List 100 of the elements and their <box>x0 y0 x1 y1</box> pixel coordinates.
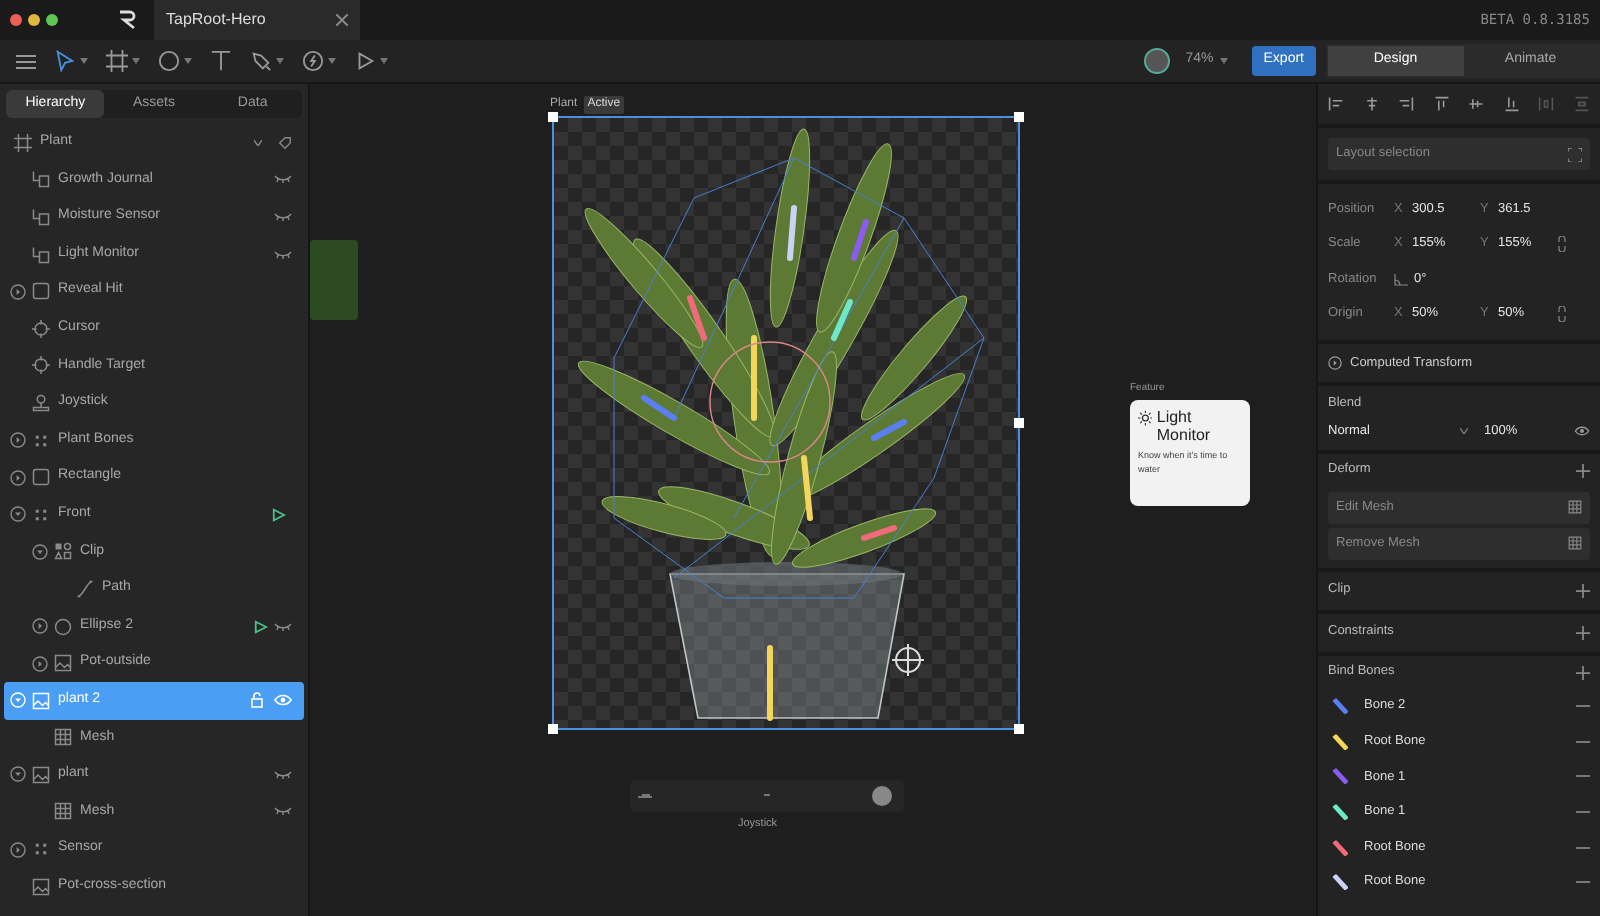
group-icon <box>32 431 50 450</box>
minimize-window-button[interactable] <box>28 14 40 26</box>
crosshair-icon[interactable] <box>892 644 924 676</box>
image-icon <box>54 654 72 673</box>
caret-icon[interactable] <box>132 58 140 64</box>
crosshair-icon <box>32 319 50 338</box>
layout-icon <box>32 207 50 226</box>
eye-closed-icon[interactable] <box>274 769 292 780</box>
lock-icon[interactable] <box>250 692 264 709</box>
remove-icon[interactable] <box>1576 810 1590 815</box>
add-icon[interactable] <box>1576 625 1590 639</box>
expand-icon <box>1568 147 1582 161</box>
expand-toggle-icon[interactable] <box>31 655 47 672</box>
sun-icon <box>1138 410 1153 426</box>
caret-icon[interactable] <box>276 58 284 64</box>
angle-icon <box>1394 273 1408 286</box>
menu-icon[interactable] <box>16 53 36 69</box>
caret-icon[interactable] <box>328 58 336 64</box>
document-title: TapRoot-Hero <box>166 8 266 32</box>
remove-icon[interactable] <box>1576 739 1590 744</box>
logo-icon <box>118 10 138 30</box>
remove-icon[interactable] <box>1576 845 1590 850</box>
crosshair-icon <box>32 356 50 375</box>
frame-icon[interactable] <box>106 50 128 72</box>
expand-toggle-icon[interactable] <box>9 432 25 449</box>
remove-icon[interactable] <box>1576 880 1590 885</box>
ellipse-icon[interactable] <box>158 50 180 72</box>
align-bottom-icon[interactable] <box>1503 96 1520 112</box>
caret-icon[interactable] <box>1219 58 1228 64</box>
align-middle-icon[interactable] <box>1468 96 1485 112</box>
eye-closed-icon[interactable] <box>274 174 292 185</box>
close-window-button[interactable] <box>10 14 22 26</box>
zoom-window-button[interactable] <box>46 14 58 26</box>
mesh-icon <box>54 728 72 747</box>
expand-toggle-icon[interactable] <box>9 283 25 300</box>
eye-closed-icon[interactable] <box>274 806 292 817</box>
square-icon <box>32 282 50 301</box>
add-icon[interactable] <box>1576 463 1590 477</box>
thumbnail-placeholder <box>310 240 358 320</box>
resize-handle[interactable] <box>548 724 558 734</box>
eye-closed-icon[interactable] <box>274 211 292 222</box>
eye-icon[interactable] <box>1574 426 1590 437</box>
layout-icon <box>32 245 50 264</box>
shapes-icon <box>54 542 72 561</box>
slider-thumb[interactable] <box>871 786 892 806</box>
add-icon[interactable] <box>1576 665 1590 679</box>
align-right-icon[interactable] <box>1398 96 1415 112</box>
expand-toggle-icon[interactable] <box>9 469 25 486</box>
pen-icon[interactable] <box>250 50 272 72</box>
align-center-icon[interactable] <box>1363 96 1380 112</box>
image-icon <box>32 765 50 784</box>
card-title: Light Monitor <box>1156 408 1213 444</box>
link-icon[interactable] <box>1558 306 1566 323</box>
remove-icon[interactable] <box>1576 774 1590 779</box>
align-top-icon[interactable] <box>1433 96 1450 112</box>
resize-handle[interactable] <box>1014 724 1024 734</box>
close-icon[interactable] <box>336 14 348 26</box>
expand-toggle-icon[interactable] <box>1328 356 1342 370</box>
square-icon <box>32 468 50 487</box>
caret-icon[interactable] <box>184 58 192 64</box>
frame-icon <box>14 133 32 152</box>
caret-icon[interactable] <box>1460 428 1468 435</box>
resize-handle[interactable] <box>1014 418 1024 428</box>
eye-closed-icon[interactable] <box>274 621 292 632</box>
expand-toggle-icon[interactable] <box>9 841 25 858</box>
path-icon <box>76 579 94 598</box>
avatar[interactable] <box>1143 48 1170 74</box>
layout-icon <box>32 170 50 189</box>
pointer-icon[interactable] <box>54 50 76 72</box>
caret-icon[interactable] <box>380 58 388 64</box>
caret-icon[interactable] <box>254 139 262 146</box>
collapse-toggle-icon[interactable] <box>9 766 25 783</box>
eye-closed-icon[interactable] <box>274 249 292 260</box>
play-icon[interactable] <box>354 50 376 72</box>
text-icon[interactable] <box>210 50 232 72</box>
document-tab[interactable]: TapRoot-Hero <box>154 0 360 40</box>
collapse-toggle-icon[interactable] <box>9 506 25 523</box>
link-icon[interactable] <box>1558 236 1566 253</box>
align-left-icon[interactable] <box>1328 96 1344 112</box>
joystick-icon <box>32 393 50 412</box>
resize-handle[interactable] <box>1014 112 1024 122</box>
add-icon[interactable] <box>1576 583 1590 597</box>
keyframe-play-icon[interactable] <box>254 619 268 634</box>
expand-toggle-icon[interactable] <box>31 618 47 635</box>
image-icon <box>32 877 50 896</box>
image-icon <box>32 691 50 710</box>
remove-icon[interactable] <box>1576 704 1590 709</box>
mesh-icon <box>1568 536 1582 550</box>
collapse-toggle-icon[interactable] <box>31 543 47 560</box>
keyframe-play-icon[interactable] <box>272 507 286 522</box>
tag-icon[interactable] <box>278 135 292 150</box>
group-icon <box>32 505 50 524</box>
joystick-slider[interactable] <box>630 780 904 812</box>
bolt-icon[interactable] <box>302 50 324 72</box>
caret-icon[interactable] <box>80 58 88 64</box>
mesh-icon <box>1568 500 1582 514</box>
mesh-icon <box>54 802 72 821</box>
circle-icon <box>54 617 72 636</box>
resize-handle[interactable] <box>548 112 558 122</box>
group-icon <box>32 840 50 859</box>
